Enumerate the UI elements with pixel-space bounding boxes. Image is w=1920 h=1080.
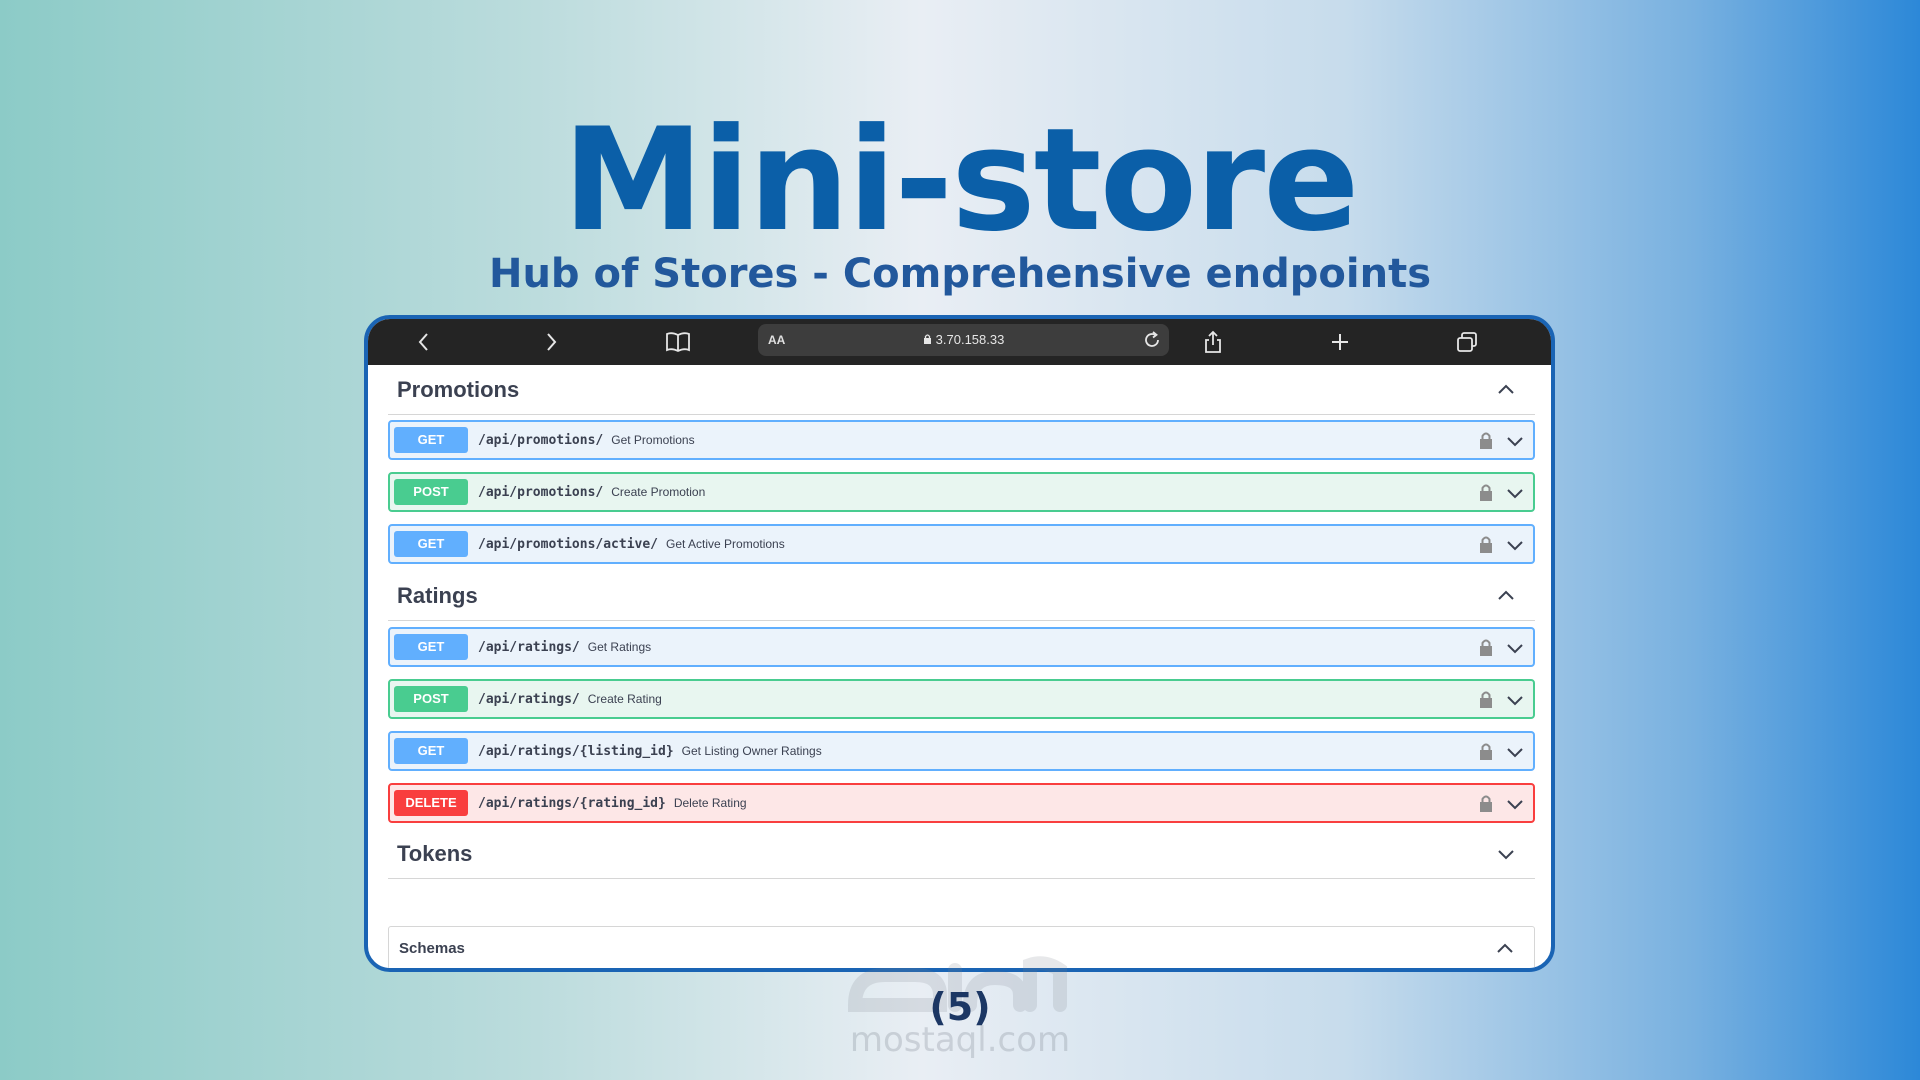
operation-summary: Delete Rating [673, 796, 747, 810]
operation-path: /api/ratings/ [478, 640, 580, 655]
method-badge: GET [394, 634, 468, 660]
lock-icon[interactable] [1477, 430, 1495, 450]
operation-row[interactable]: DELETE /api/ratings/{rating_id} Delete Ra… [388, 783, 1535, 823]
chevron-down-icon[interactable] [1505, 638, 1525, 658]
lock-icon[interactable] [1477, 793, 1495, 813]
method-badge: POST [394, 686, 468, 712]
watermark-text: mostaql.com [849, 1020, 1071, 1060]
page-subtitle: Hub of Stores - Comprehensive endpoints [488, 251, 1432, 297]
section-title: Ratings [397, 583, 478, 608]
operation-summary: Create Rating [587, 692, 662, 706]
lock-icon[interactable] [1477, 637, 1495, 657]
chevron-down-icon[interactable] [1505, 431, 1525, 451]
chevron-up-icon[interactable] [1494, 938, 1516, 960]
plus-icon[interactable] [1320, 325, 1360, 359]
lock-icon[interactable] [1477, 741, 1495, 761]
url-bar[interactable]: AA 3.70.158.33 [758, 324, 1169, 356]
operation-path: /api/ratings/{listing_id} [478, 744, 674, 759]
lock-icon [923, 334, 931, 344]
tabs-icon[interactable] [1447, 325, 1487, 359]
url-text-wrap: 3.70.158.33 [758, 332, 1169, 347]
share-icon[interactable] [1193, 325, 1233, 359]
method-badge: GET [394, 531, 468, 557]
chevron-right-icon[interactable] [531, 325, 571, 359]
page-title: Mini-store [562, 98, 1360, 263]
method-badge: GET [394, 427, 468, 453]
method-badge: POST [394, 479, 468, 505]
operation-path-wrap: /api/promotions/Get Promotions [478, 433, 695, 448]
operation-row[interactable]: GET /api/promotions/active/Get Active Pr… [388, 524, 1535, 564]
operation-path: /api/promotions/ [478, 433, 604, 448]
chevron-down-icon[interactable] [1505, 742, 1525, 762]
lock-icon[interactable] [1477, 534, 1495, 554]
chevron-up-icon[interactable] [1495, 379, 1517, 401]
operation-path-wrap: /api/ratings/Create Rating [478, 692, 662, 707]
operation-path-wrap: /api/ratings/{listing_id} Get Listing Own… [478, 744, 822, 759]
operation-path-wrap: /api/ratings/Get Ratings [478, 640, 651, 655]
schemas-title: Schemas [399, 940, 465, 957]
chevron-left-icon[interactable] [404, 325, 444, 359]
operation-path: /api/ratings/{rating_id} [478, 796, 666, 811]
operation-path-wrap: /api/ratings/{rating_id} Delete Rating [478, 796, 747, 811]
browser-window: AA 3.70.158.33 Promotions GET /api/promo… [364, 315, 1555, 972]
section-title: Tokens [397, 841, 473, 866]
section-tokens[interactable]: Tokens [388, 829, 1535, 879]
section-title: Promotions [397, 377, 520, 402]
operation-summary: Get Ratings [587, 640, 652, 654]
operation-summary: Get Active Promotions [666, 537, 785, 551]
book-icon[interactable] [658, 325, 698, 359]
operation-path-wrap: /api/promotions/active/Get Active Promot… [478, 537, 785, 552]
operation-row[interactable]: GET /api/promotions/Get Promotions [388, 420, 1535, 460]
method-badge: DELETE [394, 790, 468, 816]
operation-row[interactable]: POST /api/ratings/Create Rating [388, 679, 1535, 719]
lock-icon[interactable] [1477, 689, 1495, 709]
operation-row[interactable]: GET /api/ratings/{listing_id} Get Listing… [388, 731, 1535, 771]
chevron-down-icon[interactable] [1505, 483, 1525, 503]
operation-path: /api/ratings/ [478, 692, 580, 707]
browser-toolbar: AA 3.70.158.33 [368, 319, 1551, 365]
chevron-up-icon[interactable] [1495, 585, 1517, 607]
reload-icon[interactable] [1141, 329, 1163, 351]
operation-path: /api/promotions/ [478, 485, 604, 500]
operation-row[interactable]: POST /api/promotions/Create Promotion [388, 472, 1535, 512]
section-promotions[interactable]: Promotions [388, 365, 1535, 415]
chevron-down-icon[interactable] [1505, 794, 1525, 814]
operation-path-wrap: /api/promotions/Create Promotion [478, 485, 705, 500]
operation-path: /api/promotions/active/ [478, 537, 659, 552]
chevron-down-icon[interactable] [1495, 843, 1517, 865]
lock-icon[interactable] [1477, 482, 1495, 502]
chevron-down-icon[interactable] [1505, 535, 1525, 555]
operation-summary: Create Promotion [611, 485, 706, 499]
operation-summary: Get Listing Owner Ratings [681, 744, 822, 758]
operation-summary: Get Promotions [611, 433, 695, 447]
section-ratings[interactable]: Ratings [388, 571, 1535, 621]
url-text: 3.70.158.33 [935, 332, 1005, 347]
chevron-down-icon[interactable] [1505, 690, 1525, 710]
operation-row[interactable]: GET /api/ratings/Get Ratings [388, 627, 1535, 667]
method-badge: GET [394, 738, 468, 764]
